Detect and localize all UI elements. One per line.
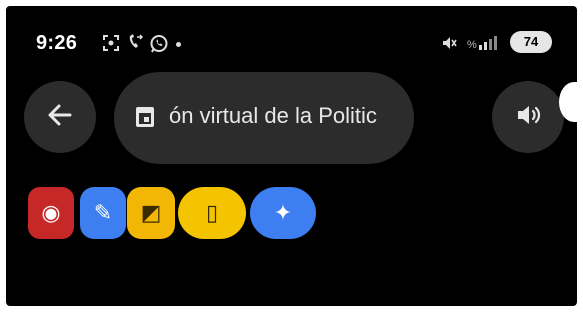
signal-icon: %: [467, 34, 503, 57]
mute-icon: [440, 34, 458, 57]
recorder-app-icon: ◉: [41, 200, 61, 225]
status-time: 9:26: [36, 32, 78, 54]
search-field[interactable]: ón virtual de la Politic: [114, 72, 414, 164]
search-text: ón virtual de la Politic: [169, 103, 377, 128]
call-forward-icon: [126, 34, 144, 57]
arrow-left-icon: [46, 101, 74, 134]
notification-dot: [176, 42, 181, 47]
back-button[interactable]: [24, 81, 96, 153]
edit-app-icon: ◩: [140, 200, 162, 225]
status-bar: 9:26 % 74: [6, 6, 577, 76]
calendar-icon: [136, 107, 154, 127]
volume-icon: [514, 101, 542, 134]
pen-app-icon: ✎: [93, 200, 113, 225]
battery-indicator: 74: [510, 31, 552, 53]
edit-app-button[interactable]: ◩: [127, 187, 175, 239]
assistant-app-button[interactable]: ✦: [250, 187, 316, 239]
door-app-icon: ▯: [205, 200, 219, 225]
recorder-app-button[interactable]: ◉: [28, 187, 74, 239]
whatsapp-icon: [149, 34, 169, 59]
svg-text:%: %: [467, 39, 477, 51]
assistant-app-icon: ✦: [273, 200, 293, 225]
volume-button[interactable]: [492, 81, 564, 153]
screenshot-icon: [102, 34, 120, 57]
pen-app-button[interactable]: ✎: [80, 187, 126, 239]
phone-screen: 9:26 % 74 ón virtual de la Politic ◉ ✎ ◩…: [6, 6, 577, 306]
door-app-button[interactable]: ▯: [178, 187, 246, 239]
